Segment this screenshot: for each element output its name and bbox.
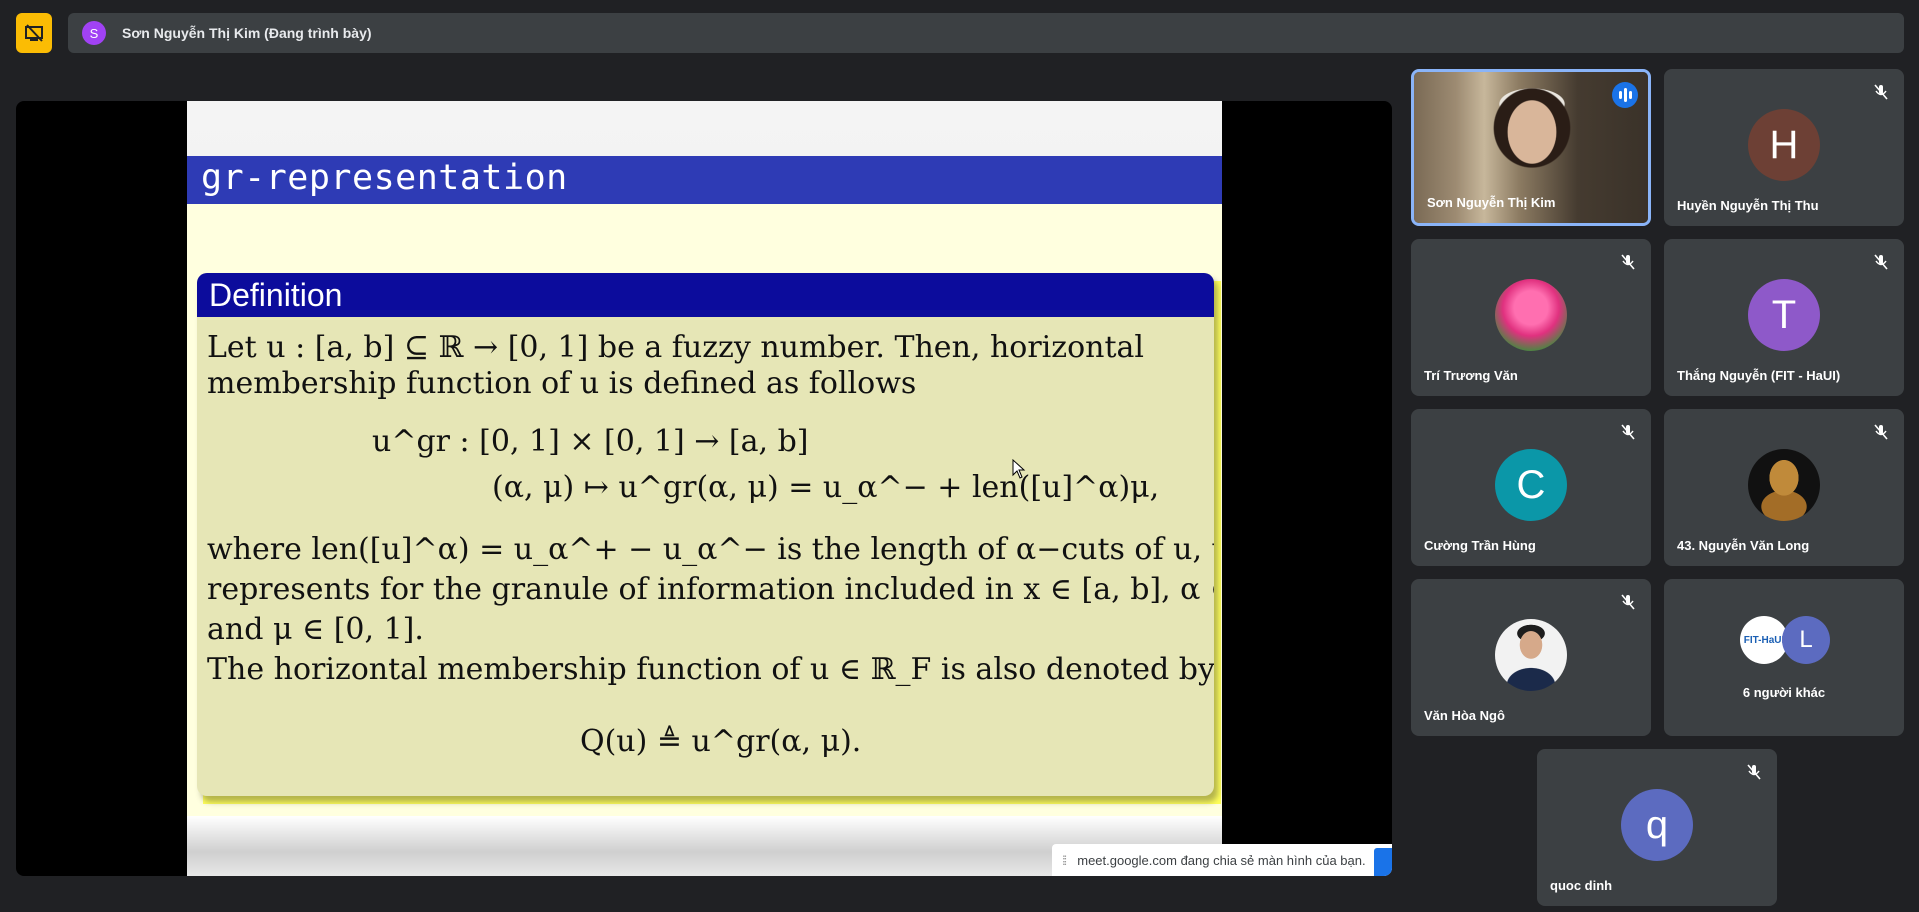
- participant-name: 43. Nguyễn Văn Long: [1677, 538, 1810, 553]
- presenting-indicator-button[interactable]: [16, 13, 52, 53]
- participant-tile[interactable]: H Huyền Nguyễn Thị Thu: [1664, 69, 1904, 226]
- participant-tile[interactable]: 43. Nguyễn Văn Long: [1664, 409, 1904, 566]
- participant-tile[interactable]: C Cường Trần Hùng: [1411, 409, 1651, 566]
- shared-screen: gr-representation Definition Let u : [a,…: [16, 101, 1392, 876]
- participant-name: Sơn Nguyễn Thị Kim: [1427, 195, 1556, 210]
- mic-off-icon: [1874, 254, 1888, 270]
- participant-tile[interactable]: Văn Hòa Ngô: [1411, 579, 1651, 736]
- presentation-slide: gr-representation Definition Let u : [a,…: [187, 101, 1222, 876]
- mouse-cursor-icon: [1012, 459, 1026, 479]
- participant-avatar: H: [1748, 109, 1820, 181]
- presenter-label: Sơn Nguyễn Thị Kim (Đang trình bày): [122, 25, 372, 41]
- participant-tile[interactable]: q quoc dinh: [1537, 749, 1777, 906]
- participant-avatar: T: [1748, 279, 1820, 351]
- more-participants-tile[interactable]: FIT-HaUI L 6 người khác: [1664, 579, 1904, 736]
- participant-avatar: C: [1495, 449, 1567, 521]
- presenter-bar[interactable]: S Sơn Nguyễn Thị Kim (Đang trình bày): [68, 13, 1904, 53]
- statue-avatar: [1748, 449, 1820, 521]
- equation-2: (α, μ) ↦ u^gr(α, μ) = u_α^− + len([u]^α)…: [492, 470, 1160, 505]
- definition-line-3: where len([u]^α) = u_α^+ − u_α^− is the …: [207, 532, 1214, 567]
- screen-share-notice[interactable]: ⁞⁞ meet.google.com đang chia sẻ màn hình…: [1052, 844, 1392, 876]
- slide-title-band: gr-representation: [187, 156, 1222, 204]
- participant-tile[interactable]: T Thắng Nguyễn (FIT - HaUI): [1664, 239, 1904, 396]
- participant-tile[interactable]: Sơn Nguyễn Thị Kim: [1411, 69, 1651, 226]
- mic-off-icon: [1621, 254, 1635, 270]
- mic-off-icon: [1621, 594, 1635, 610]
- slide-title: gr-representation: [201, 158, 568, 198]
- participant-avatar: L: [1782, 616, 1830, 664]
- definition-line-6: The horizontal membership function of u …: [207, 652, 1214, 687]
- definition-line-4: represents for the granule of informatio…: [207, 572, 1214, 607]
- participant-name: quoc dinh: [1550, 878, 1613, 893]
- lotus-avatar: [1495, 279, 1567, 351]
- participant-avatar: q: [1621, 789, 1693, 861]
- stop-sharing-button[interactable]: [1374, 848, 1392, 876]
- others-count-label: 6 người khác: [1742, 685, 1826, 700]
- participant-name: Thắng Nguyễn (FIT - HaUI): [1677, 368, 1841, 383]
- definition-title: Definition: [197, 273, 1214, 317]
- mic-off-icon: [1874, 424, 1888, 440]
- drag-handle-icon[interactable]: ⁞⁞: [1062, 853, 1067, 868]
- presenter-avatar: S: [82, 21, 106, 45]
- participant-name: Huyền Nguyễn Thị Thu: [1677, 198, 1819, 213]
- person-photo-avatar: [1495, 619, 1567, 691]
- definition-line-1: Let u : [a, b] ⊆ ℝ → [0, 1] be a fuzzy n…: [207, 330, 1145, 365]
- share-notice-text: meet.google.com đang chia sẻ màn hình củ…: [1077, 852, 1366, 868]
- participant-name: Văn Hòa Ngô: [1424, 708, 1505, 723]
- mic-off-icon: [1747, 764, 1761, 780]
- participant-name: Trí Trương Văn: [1424, 368, 1518, 383]
- definition-line-2: membership function of u is defined as f…: [207, 366, 917, 401]
- definition-block: Definition Let u : [a, b] ⊆ ℝ → [0, 1] b…: [197, 273, 1214, 796]
- definition-line-5: and μ ∈ [0, 1].: [207, 612, 424, 647]
- presentation-off-icon: [25, 24, 43, 42]
- mic-off-icon: [1621, 424, 1635, 440]
- equation-3: Q(u) ≜ u^gr(α, μ).: [580, 724, 862, 759]
- equation-1: u^gr : [0, 1] × [0, 1] → [a, b]: [372, 424, 809, 459]
- mic-off-icon: [1874, 84, 1888, 100]
- participant-tile[interactable]: Trí Trương Văn: [1411, 239, 1651, 396]
- participant-name: Cường Trần Hùng: [1424, 538, 1536, 553]
- fit-haui-logo-avatar: FIT-HaUI: [1740, 616, 1788, 664]
- speaking-indicator-icon: [1612, 82, 1638, 108]
